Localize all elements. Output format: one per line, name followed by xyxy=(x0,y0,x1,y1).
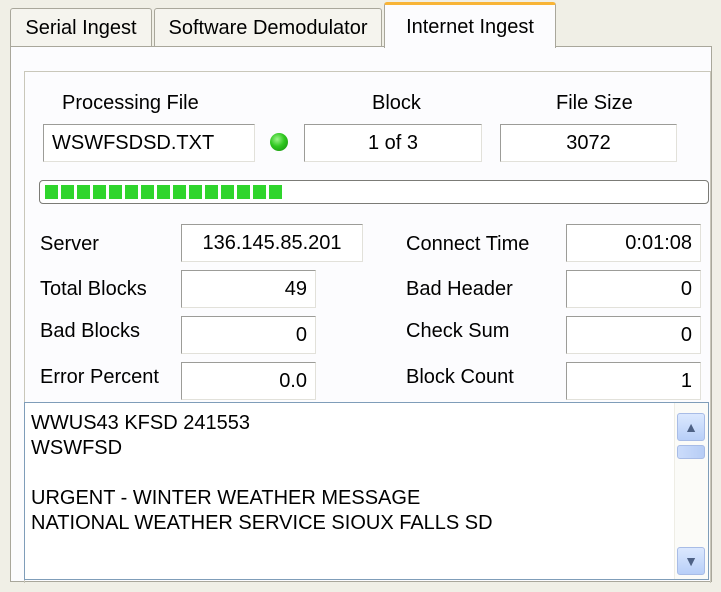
scroll-up-icon[interactable]: ▲ xyxy=(677,413,705,441)
block-label: Block xyxy=(372,92,421,114)
block-count-field: 1 xyxy=(566,362,701,400)
bad-blocks-label: Bad Blocks xyxy=(40,320,141,342)
tab-serial-ingest[interactable]: Serial Ingest xyxy=(10,8,152,46)
scroll-down-icon[interactable]: ▼ xyxy=(677,547,705,575)
error-percent-label: Error Percent xyxy=(40,366,159,388)
progress-fill xyxy=(45,185,282,199)
error-percent-field: 0.0 xyxy=(181,362,316,400)
message-textarea[interactable]: WWUS43 KFSD 241553 WSWFSD URGENT - WINTE… xyxy=(24,402,709,580)
total-blocks-label: Total Blocks xyxy=(40,278,147,300)
total-blocks-field: 49 xyxy=(181,270,316,308)
scroll-thumb[interactable] xyxy=(677,445,705,459)
processing-file-label: Processing File xyxy=(62,92,199,114)
bad-header-field: 0 xyxy=(566,270,701,308)
block-field: 1 of 3 xyxy=(304,124,482,162)
block-count-label: Block Count xyxy=(406,366,514,388)
tab-software-demodulator[interactable]: Software Demodulator xyxy=(154,8,382,46)
status-led xyxy=(270,133,288,151)
server-label: Server xyxy=(40,233,99,255)
processing-file-field: WSWFSDSD.TXT xyxy=(43,124,255,162)
check-sum-field: 0 xyxy=(566,316,701,354)
bad-blocks-field: 0 xyxy=(181,316,316,354)
vertical-scrollbar[interactable]: ▲ ▼ xyxy=(674,403,708,579)
connect-time-label: Connect Time xyxy=(406,233,530,255)
message-text: WWUS43 KFSD 241553 WSWFSD URGENT - WINTE… xyxy=(31,412,493,534)
bad-header-label: Bad Header xyxy=(406,278,513,300)
server-field: 136.145.85.201 xyxy=(181,224,363,262)
connect-time-field: 0:01:08 xyxy=(566,224,701,262)
file-size-field: 3072 xyxy=(500,124,677,162)
file-size-label: File Size xyxy=(556,92,633,114)
check-sum-label: Check Sum xyxy=(406,320,510,342)
progress-bar xyxy=(39,180,709,204)
tab-internet-ingest[interactable]: Internet Ingest xyxy=(384,2,556,48)
